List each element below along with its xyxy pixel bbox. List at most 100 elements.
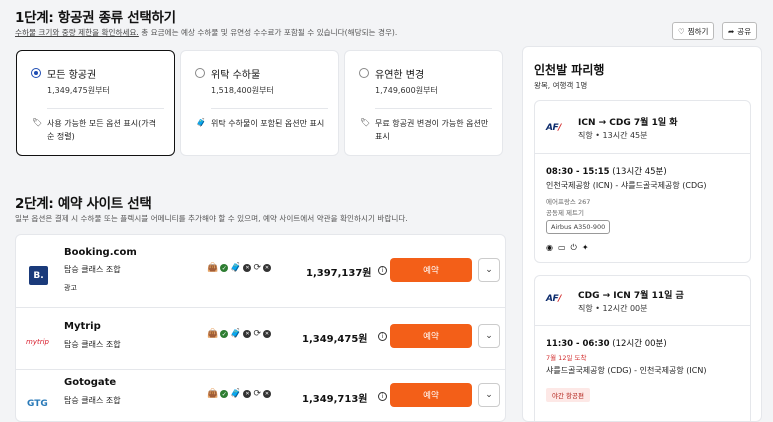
airline-logo-text: AF bbox=[546, 294, 559, 304]
share-icon: ➦ bbox=[728, 26, 735, 36]
book-button[interactable]: 예약 bbox=[390, 383, 472, 407]
fare-option-price: 1,749,600원부터 bbox=[375, 86, 438, 95]
provider-cabin: 탑승 클래스 조합 bbox=[64, 340, 121, 349]
provider-row: mytrip Mytrip 탑승 클래스 조합 👜 ✓ 🧳 ✕ ⟳ ✕ 1,349,4… bbox=[16, 307, 505, 369]
radio-selected[interactable] bbox=[31, 68, 41, 78]
check-icon: ✓ bbox=[220, 390, 229, 398]
meal-icon: ✦ bbox=[581, 243, 589, 252]
provider-name: Gotogate bbox=[64, 377, 117, 388]
fare-option-price: 1,349,475원부터 bbox=[47, 86, 110, 95]
book-button[interactable]: 예약 bbox=[390, 324, 472, 348]
trip-summary-panel: 인천발 파리행 왕복, 여행객 1명 AF/ ICN → CDG 7월 1일 화… bbox=[522, 46, 762, 422]
change-icon: ⟳ bbox=[253, 389, 261, 399]
fare-option-desc: 위탁 수하물이 포함된 옵션만 표시 bbox=[211, 119, 325, 128]
divider bbox=[47, 108, 164, 109]
fare-option-desc: 사용 가능한 모든 옵션 표시(가격순 정렬) bbox=[47, 119, 156, 141]
airfrance-logo: AF/ bbox=[546, 294, 561, 304]
step1-title: 1단계: 항공권 종류 선택하기 bbox=[15, 10, 176, 26]
tag-icon: 🏷 bbox=[360, 118, 371, 127]
leg-route: CDG → ICN 7월 11일 금 bbox=[578, 291, 684, 301]
provider-name: Booking.com bbox=[64, 247, 137, 258]
fare-option-name: 모든 항공권 bbox=[47, 70, 97, 81]
info-icon[interactable]: i bbox=[378, 332, 387, 341]
chevron-down-icon: ⌄ bbox=[485, 265, 493, 275]
chevron-down-icon: ⌄ bbox=[485, 331, 493, 341]
tag-icon: 🏷 bbox=[32, 118, 43, 127]
share-button-label: 공유 bbox=[737, 26, 752, 36]
checked-bag-icon: 🧳 bbox=[230, 329, 242, 339]
unavailable-icon: ✕ bbox=[262, 264, 271, 272]
airfrance-logo: AF/ bbox=[546, 123, 561, 133]
leg-duration: (13시간 45분) bbox=[609, 167, 667, 177]
fare-option-name: 유연한 변경 bbox=[375, 70, 425, 81]
fare-option-checked-bag[interactable]: 위탁 수하물 1,518,400원부터 🧳 위탁 수하물이 포함된 옵션만 표시 bbox=[180, 50, 339, 156]
leg-times: 08:30 - 15:15 (13시간 45분) bbox=[546, 165, 667, 177]
power-icon: ⏻ bbox=[570, 243, 577, 252]
checked-bag-icon: 🧳 bbox=[230, 263, 242, 273]
provider-price: 1,349,713원 bbox=[302, 394, 368, 405]
fare-amenities: 👜 ✓ 🧳 ✕ ⟳ ✕ bbox=[207, 329, 271, 339]
flight-number: 에어프랑스 267 bbox=[546, 198, 591, 206]
unavailable-icon: ✕ bbox=[243, 330, 252, 338]
info-icon[interactable]: i bbox=[378, 266, 387, 275]
expand-button[interactable]: ⌄ bbox=[478, 324, 500, 348]
carry-on-icon: 👜 bbox=[207, 263, 219, 273]
suitcase-icon: 🧳 bbox=[196, 118, 206, 127]
airline-logo-text: AF bbox=[546, 123, 559, 133]
check-icon: ✓ bbox=[220, 330, 229, 338]
share-button[interactable]: ➦ 공유 bbox=[722, 22, 758, 40]
save-button[interactable]: ♡ 찜하기 bbox=[672, 22, 715, 40]
aircraft-type: 공동제 제트기 bbox=[546, 209, 584, 217]
expand-button[interactable]: ⌄ bbox=[478, 383, 500, 407]
checked-bag-icon: 🧳 bbox=[230, 389, 242, 399]
booking-logo: B. bbox=[29, 266, 48, 285]
radio-unselected[interactable] bbox=[195, 68, 205, 78]
leg-airports: 샤를드골국제공항 (CDG) - 인천국제공항 (ICN) bbox=[546, 366, 707, 375]
arrival-note: 7월 12일 도착 bbox=[546, 354, 587, 362]
carry-on-icon: 👜 bbox=[207, 389, 219, 399]
divider bbox=[535, 153, 750, 154]
leg-time-range: 08:30 - 15:15 bbox=[546, 167, 610, 177]
expand-button[interactable]: ⌄ bbox=[478, 258, 500, 282]
baggage-rules-link[interactable]: 수하물 크기와 중량 제한을 확인하세요. bbox=[15, 28, 139, 37]
provider-row: B. Booking.com 탑승 클래스 조합 광고 👜 ✓ 🧳 ✕ ⟳ ✕ 1,3… bbox=[16, 241, 505, 303]
save-button-label: 찜하기 bbox=[687, 26, 709, 36]
leg-summary: 직항 • 13시간 45분 bbox=[578, 131, 648, 140]
provider-price: 1,397,137원 bbox=[306, 268, 372, 279]
leg-airports: 인천국제공항 (ICN) - 샤를드골국제공항 (CDG) bbox=[546, 181, 707, 190]
provider-price: 1,349,475원 bbox=[302, 334, 368, 345]
onboard-amenities: ◉ ▭ ⏻ ✦ bbox=[546, 243, 589, 253]
fare-option-desc: 무료 항공권 변경이 가능한 옵션만 표시 bbox=[375, 119, 489, 141]
trip-title: 인천발 파리행 bbox=[534, 63, 605, 77]
leg-route: ICN → CDG 7월 1일 화 bbox=[578, 118, 678, 128]
book-button[interactable]: 예약 bbox=[390, 258, 472, 282]
carry-on-icon: 👜 bbox=[207, 329, 219, 339]
divider bbox=[535, 325, 750, 326]
step1-note-text: 총 요금에는 예상 수하물 및 유연성 수수료가 포함될 수 있습니다(해당되는… bbox=[138, 28, 398, 37]
divider bbox=[211, 108, 328, 109]
fare-option-all[interactable]: 모든 항공권 1,349,475원부터 🏷 사용 가능한 모든 옵션 표시(가격… bbox=[16, 50, 175, 156]
fare-option-flexible[interactable]: 유연한 변경 1,749,600원부터 🏷 무료 항공권 변경이 가능한 옵션만… bbox=[344, 50, 503, 156]
step2-title: 2단계: 예약 사이트 선택 bbox=[15, 196, 152, 212]
aircraft-chip: Airbus A350-900 bbox=[546, 220, 611, 234]
divider bbox=[375, 108, 492, 109]
fare-option-name: 위탁 수하물 bbox=[211, 70, 261, 81]
leg-duration: (12시간 00분) bbox=[609, 339, 667, 349]
fare-amenities: 👜 ✓ 🧳 ✕ ⟳ ✕ bbox=[207, 263, 271, 273]
inbound-leg-card[interactable]: AF/ CDG → ICN 7월 11일 금 직항 • 12시간 00분 11:… bbox=[534, 275, 751, 421]
outbound-leg-card[interactable]: AF/ ICN → CDG 7월 1일 화 직항 • 13시간 45분 08:3… bbox=[534, 100, 751, 263]
fare-option-price: 1,518,400원부터 bbox=[211, 86, 274, 95]
provider-list: B. Booking.com 탑승 클래스 조합 광고 👜 ✓ 🧳 ✕ ⟳ ✕ 1,3… bbox=[15, 234, 506, 422]
trip-subtitle: 왕복, 여행객 1명 bbox=[534, 81, 588, 90]
leg-times: 11:30 - 06:30 (12시간 00분) bbox=[546, 337, 667, 349]
info-icon[interactable]: i bbox=[378, 392, 387, 401]
heart-icon: ♡ bbox=[678, 26, 685, 36]
provider-name: Mytrip bbox=[64, 321, 101, 332]
leg-time-range: 11:30 - 06:30 bbox=[546, 339, 610, 349]
provider-cabin: 탑승 클래스 조합 bbox=[64, 396, 121, 405]
wifi-icon: ◉ bbox=[546, 243, 553, 252]
check-icon: ✓ bbox=[220, 264, 229, 272]
radio-unselected[interactable] bbox=[359, 68, 369, 78]
unavailable-icon: ✕ bbox=[243, 264, 252, 272]
unavailable-icon: ✕ bbox=[262, 330, 271, 338]
